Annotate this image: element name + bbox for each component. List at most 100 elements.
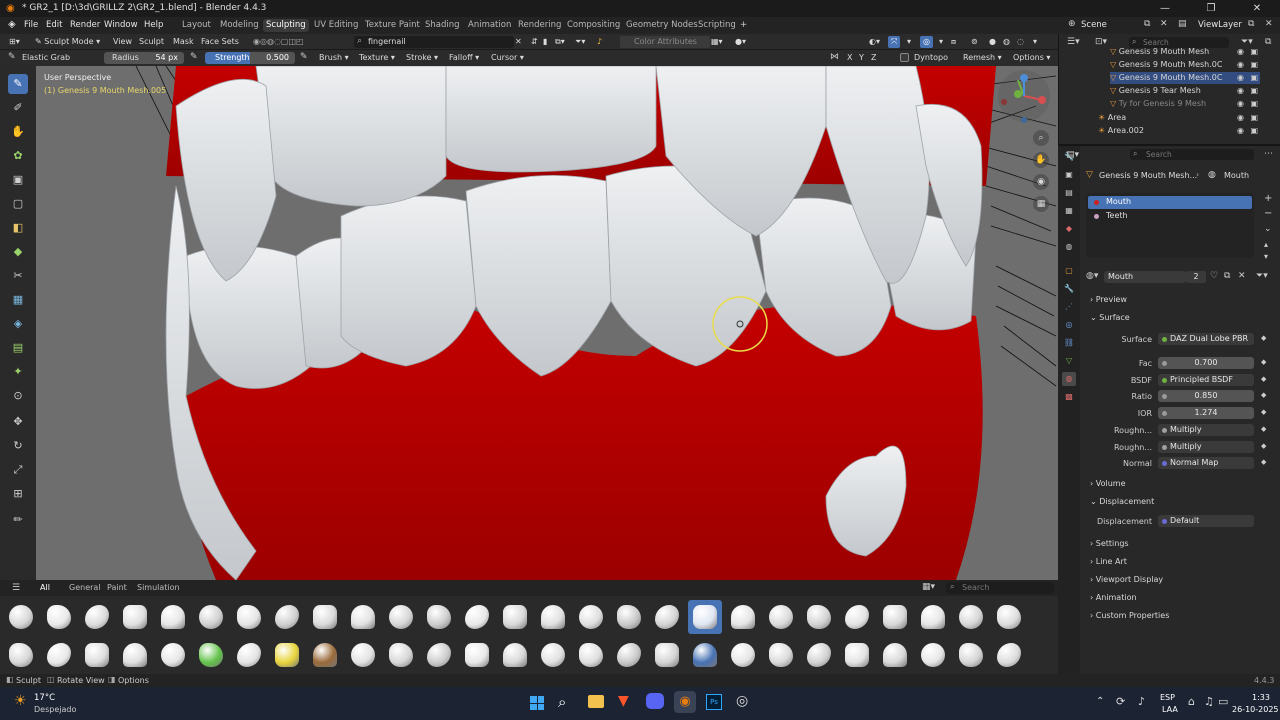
box-hide-tool[interactable]: ◧ <box>8 218 28 238</box>
shelf-tab-paint[interactable]: Paint <box>107 583 127 592</box>
brush-preset[interactable] <box>118 600 152 634</box>
brush-preset[interactable] <box>802 638 836 672</box>
axis-y-toggle[interactable]: Y <box>856 52 867 64</box>
brush-preset[interactable] <box>498 600 532 634</box>
tray-network-icon[interactable]: ⌂ <box>1188 695 1195 708</box>
panel-volume[interactable]: › Volume <box>1090 479 1126 488</box>
color-attributes-field[interactable]: Color Attributes <box>620 36 710 48</box>
panel-settings[interactable]: › Settings <box>1090 539 1129 548</box>
paint-brush-tool[interactable]: ✿ <box>8 146 28 166</box>
outliner-row[interactable]: ▽ Genesis 9 Mouth Mesh.0C ◉ ▣ <box>1110 72 1260 84</box>
brush-preset[interactable] <box>612 600 646 634</box>
keyframe-icon[interactable]: ◆ <box>1261 458 1266 466</box>
browse-node-icon[interactable]: ⏷▾ <box>1256 271 1268 281</box>
tab-layout[interactable]: Layout <box>182 20 211 30</box>
outliner-row[interactable]: ▽ Ty for Genesis 9 Mesh ◉ ▣ <box>1110 98 1260 110</box>
brush-preset[interactable] <box>346 600 380 634</box>
props-search-field[interactable]: ⌕ Search <box>1130 149 1254 160</box>
brush-preset[interactable] <box>4 638 38 672</box>
outliner-editor-icon[interactable]: ☰▾ <box>1067 37 1080 47</box>
brush-preset[interactable] <box>80 638 114 672</box>
panel-custom-properties[interactable]: › Custom Properties <box>1090 611 1169 620</box>
brush-preset[interactable] <box>802 600 836 634</box>
brush-preset[interactable] <box>232 600 266 634</box>
move-tool[interactable]: ✥ <box>8 412 28 432</box>
outliner-display-mode-icon[interactable]: ⊡▾ <box>1095 37 1107 47</box>
grab-brush-tool[interactable]: ✋ <box>8 122 28 142</box>
visibility-eye-icon[interactable]: ◉ <box>1237 112 1244 124</box>
brush-preset[interactable] <box>916 600 950 634</box>
world-props-tab-icon[interactable]: ◍ <box>1062 240 1076 254</box>
visibility-eye-icon[interactable]: ◉ <box>1237 59 1244 71</box>
overlay-icon[interactable]: ◎ <box>920 36 933 48</box>
discord-icon[interactable] <box>646 693 664 709</box>
brush-preset[interactable] <box>688 638 722 672</box>
outliner-new-collection-icon[interactable]: ⧉ <box>1265 37 1271 47</box>
shading-rendered-icon[interactable]: ◌ <box>1014 36 1027 48</box>
mask-tool[interactable]: ▣ <box>8 170 28 190</box>
blender-menu-icon[interactable]: ◈ <box>8 19 16 30</box>
keyframe-icon[interactable]: ◆ <box>1261 442 1266 450</box>
remove-viewlayer-icon[interactable]: ✕ <box>1265 19 1273 29</box>
close-button[interactable]: ✕ <box>1234 0 1280 17</box>
slot-specials-icon[interactable]: ⌄ <box>1264 224 1272 234</box>
brush-preset-active[interactable] <box>688 600 722 634</box>
menu-stroke[interactable]: Stroke ▾ <box>403 52 441 64</box>
funnel-icon[interactable]: ⏷▾ <box>572 36 588 48</box>
shading-buttons[interactable]: ◉◎◍◌▢◫◰ <box>250 36 307 48</box>
modifier-props-tab-icon[interactable]: 🔧 <box>1062 282 1076 296</box>
search-input[interactable]: fingernail <box>354 36 514 48</box>
brush-preset[interactable] <box>460 638 494 672</box>
new-viewlayer-icon[interactable]: ⧉ <box>1248 19 1254 29</box>
brush-preset[interactable] <box>726 638 760 672</box>
duplicate-material-icon[interactable]: ⧉ <box>1224 271 1230 281</box>
render-camera-icon[interactable]: ▣ <box>1250 85 1258 97</box>
overlay-dropdown-icon[interactable]: ▾ <box>936 36 946 48</box>
bell-icon[interactable]: ♪ <box>594 36 605 48</box>
surface-row-field[interactable]: Normal Map <box>1158 457 1254 469</box>
physics-props-tab-icon[interactable]: ◎ <box>1062 318 1076 332</box>
radius-pressure-icon[interactable]: ✎ <box>190 52 198 62</box>
unlink-material-icon[interactable]: ✕ <box>1238 271 1246 281</box>
keyframe-icon[interactable]: ◆ <box>1261 408 1266 416</box>
outliner-row[interactable]: ▽ Genesis 9 Mouth Mesh ◉ ▣ <box>1110 46 1260 58</box>
brush-preset[interactable] <box>916 638 950 672</box>
annotate-tool[interactable]: ✏ <box>8 510 28 530</box>
brush-preset[interactable] <box>4 600 38 634</box>
layout-icon[interactable]: ⧉▾ <box>552 36 568 48</box>
trim-tool[interactable]: ✂ <box>8 266 28 286</box>
panel-animation[interactable]: › Animation <box>1090 593 1137 602</box>
shelf-tab-all[interactable]: All <box>40 583 50 592</box>
taskbar-search-icon[interactable]: ⌕ <box>558 693 566 711</box>
editor-type-icon[interactable]: ⊞▾ <box>6 36 23 48</box>
shading-dropdown-icon[interactable]: ▾ <box>1030 36 1040 48</box>
tab-uv-editing[interactable]: UV Editing <box>314 20 358 30</box>
start-icon[interactable] <box>530 696 544 710</box>
gizmo-neg-x-ball[interactable] <box>1001 99 1007 105</box>
keyframe-icon[interactable]: ◆ <box>1261 375 1266 383</box>
new-scene-icon[interactable]: ⧉ <box>1144 19 1150 29</box>
gizmo-z-ball[interactable] <box>1020 74 1028 82</box>
surface-row-field[interactable]: DAZ Dual Lobe PBR <box>1158 333 1254 345</box>
brush-preset[interactable] <box>498 638 532 672</box>
shading-wire-icon[interactable]: ⊚ <box>968 36 981 48</box>
menu-falloff[interactable]: Falloff ▾ <box>446 52 482 64</box>
visibility-eye-icon[interactable]: ◉ <box>1237 46 1244 58</box>
brush-preset[interactable] <box>80 600 114 634</box>
strength-pressure-icon[interactable]: ✎ <box>300 52 308 62</box>
shelf-view-icon[interactable]: ▦▾ <box>922 582 935 592</box>
bookmark-icon[interactable]: ▮ <box>540 36 550 48</box>
menu-face-sets[interactable]: Face Sets <box>198 36 242 48</box>
panel-surface[interactable]: ⌄ Surface <box>1090 313 1130 322</box>
material-users-field[interactable]: 2 <box>1186 271 1206 283</box>
brush-name[interactable]: Elastic Grab <box>22 53 70 62</box>
material-props-tab-icon[interactable]: ◍ <box>1062 372 1076 386</box>
mesh-filter-tool[interactable]: ◈ <box>8 314 28 334</box>
gizmo-dropdown-icon[interactable]: ▾ <box>904 36 914 48</box>
tray-mic-icon[interactable]: ♪ <box>1138 695 1145 708</box>
weather-temp[interactable]: 17°C <box>34 693 55 703</box>
texture-props-tab-icon[interactable]: ▩ <box>1062 390 1076 404</box>
shading-solid-icon[interactable]: ● <box>986 36 999 48</box>
brush-preset[interactable] <box>42 600 76 634</box>
menu-cursor[interactable]: Cursor ▾ <box>488 52 527 64</box>
